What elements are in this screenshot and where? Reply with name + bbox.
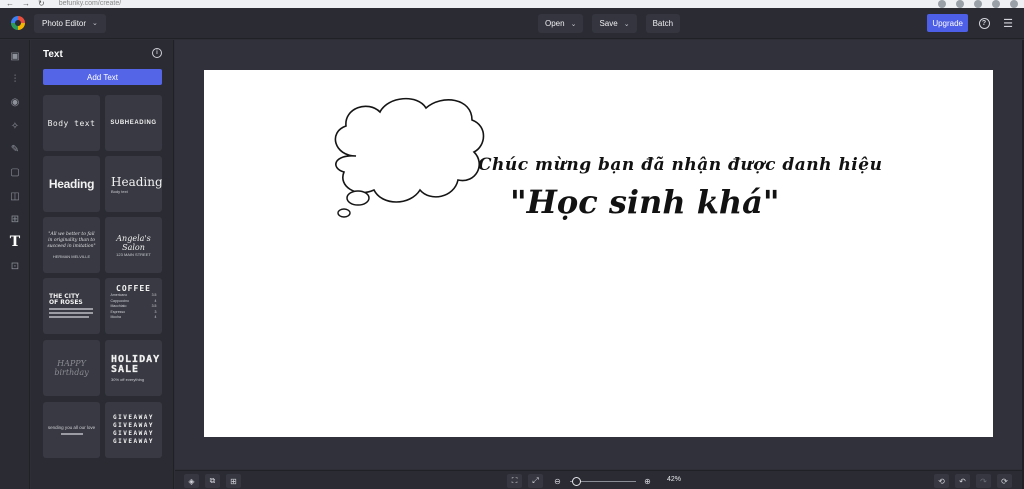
preset-label: HOLIDAY (111, 353, 161, 365)
address-bar[interactable]: befunky.com/create/ (59, 0, 122, 8)
preset-label: SALE (111, 363, 140, 375)
preset-label: SUBHEADING (110, 120, 157, 126)
adjust-icon[interactable]: ⫶ (9, 73, 21, 85)
edit-icon[interactable]: ▣ (9, 50, 21, 62)
replace-image-icon[interactable]: ⧉ (205, 474, 220, 488)
preset-label: Angela's Salon (116, 233, 151, 252)
zoom-level[interactable]: 42% (667, 476, 681, 483)
text-preset-sending[interactable]: sending you all our love (43, 402, 100, 458)
batch-button[interactable]: Batch (645, 14, 681, 33)
preset-label: sending you all our love (47, 425, 96, 431)
extension-icon[interactable] (956, 0, 964, 8)
upgrade-button[interactable]: Upgrade (927, 14, 968, 32)
preset-label: GIVEAWAY (113, 430, 154, 437)
open-label: Open (545, 19, 565, 28)
text-lines-decoration (60, 433, 83, 435)
zoom-out-icon[interactable]: ⊖ (550, 474, 565, 488)
preset-label: COFFEE (116, 284, 151, 293)
back-icon[interactable]: ← (6, 0, 14, 8)
chevron-down-icon: ⌄ (570, 20, 577, 28)
chevron-down-icon: ⌄ (623, 20, 630, 28)
preset-label: GIVEAWAY (113, 438, 154, 445)
extension-icon[interactable] (938, 0, 946, 8)
tool-rail: ▣ ⫶ ◉ ✧ ✎ ▢ ◫ ⊞ T ⊡ (0, 40, 30, 489)
app-logo[interactable] (11, 16, 25, 30)
info-icon[interactable]: i (152, 48, 162, 58)
frames-icon[interactable]: ▢ (9, 166, 21, 178)
hamburger-menu-icon[interactable]: ☰ (1000, 15, 1016, 31)
text-lines-decoration (49, 308, 93, 310)
zoom-slider-handle[interactable] (572, 477, 581, 486)
text-preset-heading[interactable]: Heading (43, 156, 100, 212)
preset-sublabel: Body text (111, 188, 128, 194)
save-button[interactable]: Save ⌄ (592, 14, 637, 33)
layers-icon[interactable]: ◈ (184, 474, 199, 488)
forward-icon[interactable]: → (22, 0, 30, 8)
preset-label: GIVEAWAY (113, 422, 154, 429)
fit-to-screen-icon[interactable]: ⛶ (507, 474, 522, 488)
save-label: Save (599, 19, 618, 28)
add-text-button[interactable]: Add Text (43, 69, 162, 85)
top-toolbar: Photo Editor ⌄ Open ⌄ Save ⌄ Batch Upgra… (0, 8, 1024, 39)
compare-icon[interactable]: ⟲ (934, 474, 949, 488)
preset-label: Heading (48, 177, 95, 191)
preset-sublabel: 30% off everything (111, 376, 145, 382)
quote-line: succeed in imitation" (47, 243, 96, 249)
preset-label: HAPPY (57, 359, 86, 368)
undo-icon[interactable]: ↶ (955, 474, 970, 488)
open-button[interactable]: Open ⌄ (538, 14, 584, 33)
eye-icon[interactable]: ◉ (9, 96, 21, 108)
quote-author: HERMAN MELVILLE (52, 253, 91, 259)
editor-stage: Chúc mừng bạn đã nhận được danh hiệu "Họ… (175, 40, 1022, 469)
text-preset-subheading[interactable]: SUBHEADING (105, 95, 162, 151)
history-icon[interactable]: ⟳ (997, 474, 1012, 488)
canvas-text-line2[interactable]: "Học sinh khá" (510, 183, 780, 221)
text-preset-body[interactable]: Body text (43, 95, 100, 151)
overlays-icon[interactable]: ⊞ (9, 213, 21, 225)
text-preset-heading-serif[interactable]: Heading Body text (105, 156, 162, 212)
text-preset-quote[interactable]: "All we better to fail in originality th… (43, 217, 100, 273)
text-preset-holiday-sale[interactable]: HOLIDAY SALE 30% off everything (105, 340, 162, 396)
thought-bubble-graphic[interactable] (326, 94, 488, 222)
graphics-icon[interactable]: ◫ (9, 190, 21, 202)
text-icon[interactable]: T (9, 234, 21, 250)
effects-icon[interactable]: ✧ (9, 120, 21, 132)
preset-sublabel: 123 MAIN STREET (116, 251, 151, 257)
textures-icon[interactable]: ⊡ (9, 260, 21, 272)
panel-title: Text (43, 49, 63, 60)
bookmark-icon[interactable] (974, 0, 982, 8)
zoom-in-icon[interactable]: ⊕ (640, 474, 655, 488)
text-preset-birthday[interactable]: HAPPY birthday (43, 340, 100, 396)
text-panel: Text i Add Text Body text SUBHEADING Hea… (31, 40, 174, 489)
text-preset-salon[interactable]: Angela's Salon 123 MAIN STREET (105, 217, 162, 273)
text-lines-decoration (49, 312, 93, 314)
text-preset-city[interactable]: THE CITY OF ROSES (43, 278, 100, 334)
preset-label: GIVEAWAY (113, 414, 154, 421)
grid-icon[interactable]: ⊞ (226, 474, 241, 488)
preset-label: Heading (111, 174, 162, 189)
batch-label: Batch (652, 19, 674, 28)
profile-avatar[interactable] (992, 0, 1000, 8)
preset-label: birthday (54, 368, 89, 377)
browser-menu-icon[interactable] (1010, 0, 1018, 8)
chevron-down-icon: ⌄ (92, 20, 98, 27)
browser-chrome: ← → ↻ befunky.com/create/ (0, 0, 1024, 8)
text-lines-decoration (49, 316, 89, 318)
app-switcher-button[interactable]: Photo Editor ⌄ (34, 13, 106, 33)
artsy-icon[interactable]: ✎ (9, 143, 21, 155)
canvas-text-line1[interactable]: Chúc mừng bạn đã nhận được danh hiệu (478, 155, 882, 175)
redo-icon[interactable]: ↷ (976, 474, 991, 488)
bottom-toolbar: ◈ ⧉ ⊞ ⛶ ⤢ ⊖ ⊕ 42% ⟲ ↶ ↷ ⟳ (175, 470, 1022, 489)
help-icon[interactable]: ? (976, 15, 992, 31)
actual-size-icon[interactable]: ⤢ (528, 474, 543, 488)
reload-icon[interactable]: ↻ (38, 0, 45, 8)
preset-label: Body text (47, 118, 96, 128)
app-switcher-label: Photo Editor (42, 18, 87, 28)
menu-row: Mocha 4 (110, 315, 157, 319)
text-preset-giveaway[interactable]: GIVEAWAY GIVEAWAY GIVEAWAY GIVEAWAY (105, 402, 162, 458)
design-canvas[interactable]: Chúc mừng bạn đã nhận được danh hiệu "Họ… (204, 70, 993, 437)
preset-label: OF ROSES (49, 298, 83, 306)
text-preset-coffee[interactable]: COFFEE Americano 3.5 Cappuccino 4 Macchiat… (105, 278, 162, 334)
